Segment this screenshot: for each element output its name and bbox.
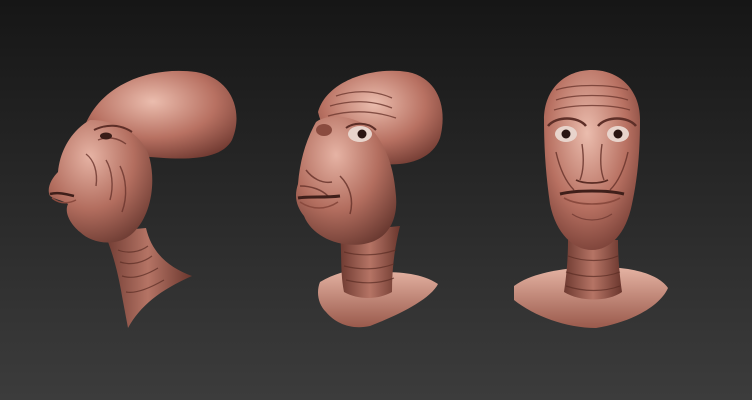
render-viewport <box>0 0 752 400</box>
three-quarter-mouth <box>297 194 341 200</box>
side-eye <box>100 132 112 140</box>
sculpt-render <box>0 0 752 400</box>
